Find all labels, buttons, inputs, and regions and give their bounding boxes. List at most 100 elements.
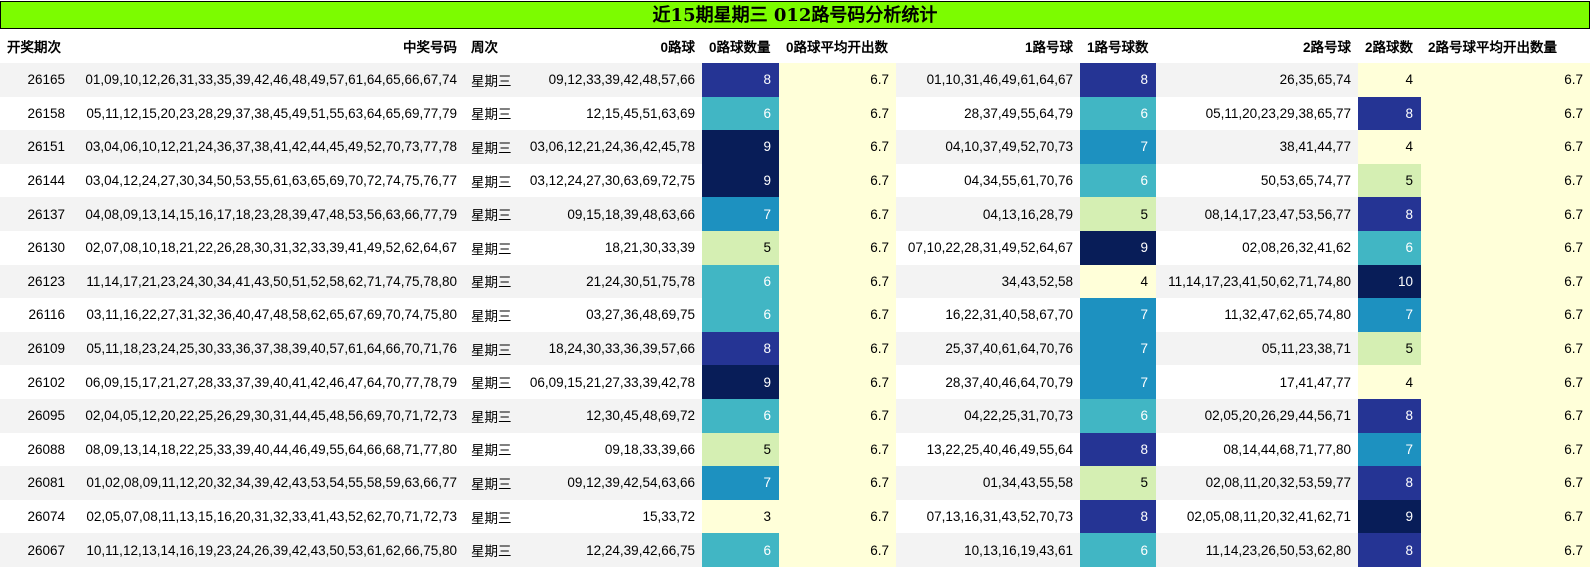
cell-route1-count: 5 [1080,466,1156,500]
cell-route2-balls: 05,11,20,23,29,38,65,77 [1156,96,1358,131]
table-row: 26123 11,14,17,21,23,24,30,34,41,43,50,51… [0,264,1590,299]
cell-route2-count: 8 [1358,398,1421,433]
table-row: 26095 02,04,05,12,20,22,25,26,29,30,31,44… [0,398,1590,433]
header-numbers: 中奖号码 [72,29,464,63]
cell-route2-balls: 11,14,23,26,50,53,62,80 [1156,533,1358,567]
cell-period: 26074 [0,499,72,534]
cell-route0-balls: 12,15,45,51,63,69 [521,96,702,131]
cell-route1-balls: 04,34,55,61,70,76 [896,163,1080,198]
cell-route0-count: 3 [702,499,779,534]
cell-route1-count: 7 [1080,365,1156,399]
cell-period: 26102 [0,365,72,399]
cell-route2-avg: 6.7 [1421,398,1590,433]
header-route2-avg: 2路号球平均开出数量 [1421,29,1590,63]
cell-period: 26151 [0,130,72,164]
cell-winning-numbers: 10,11,12,13,14,16,19,23,24,26,39,42,43,5… [72,533,464,567]
cell-route0-avg: 6.7 [779,298,896,332]
table-row: 26116 03,11,16,22,27,31,32,36,40,47,48,58… [0,298,1590,332]
cell-route0-avg: 6.7 [779,130,896,164]
cell-route2-count: 8 [1358,197,1421,231]
table-row: 26137 04,08,09,13,14,15,16,17,18,23,28,39… [0,197,1590,231]
cell-route2-avg: 6.7 [1421,63,1590,97]
cell-route2-count: 6 [1358,230,1421,265]
table-row: 26130 02,07,08,10,18,21,22,26,28,30,31,32… [0,230,1590,265]
cell-winning-numbers: 02,05,07,08,11,13,15,16,20,31,32,33,41,4… [72,499,464,534]
header-route1: 1路号球 [896,29,1080,63]
cell-weekday: 星期三 [464,298,521,332]
cell-route1-balls: 16,22,31,40,58,67,70 [896,298,1080,332]
cell-route0-avg: 6.7 [779,264,896,299]
cell-route2-count: 4 [1358,130,1421,164]
cell-route2-count: 9 [1358,499,1421,534]
cell-route2-balls: 08,14,17,23,47,53,56,77 [1156,197,1358,231]
cell-route0-count: 5 [702,432,779,467]
cell-route0-count: 6 [702,298,779,332]
cell-route1-balls: 01,10,31,46,49,61,64,67 [896,63,1080,97]
table-row: 26144 03,04,12,24,27,30,34,50,53,55,61,63… [0,163,1590,198]
cell-route0-avg: 6.7 [779,230,896,265]
cell-route0-avg: 6.7 [779,499,896,534]
cell-period: 26088 [0,432,72,467]
cell-route1-count: 8 [1080,499,1156,534]
cell-period: 26109 [0,331,72,366]
cell-route0-count: 6 [702,398,779,433]
cell-route2-balls: 38,41,44,77 [1156,130,1358,164]
cell-route2-balls: 26,35,65,74 [1156,63,1358,97]
cell-route1-balls: 07,13,16,31,43,52,70,73 [896,499,1080,534]
cell-route2-avg: 6.7 [1421,264,1590,299]
cell-route1-balls: 01,34,43,55,58 [896,466,1080,500]
cell-route1-balls: 10,13,16,19,43,61 [896,533,1080,567]
cell-route2-avg: 6.7 [1421,331,1590,366]
cell-route2-balls: 08,14,44,68,71,77,80 [1156,432,1358,467]
header-route2-count: 2路球数 [1358,29,1421,63]
cell-winning-numbers: 03,04,12,24,27,30,34,50,53,55,61,63,65,6… [72,163,464,198]
cell-weekday: 星期三 [464,197,521,231]
cell-weekday: 星期三 [464,163,521,198]
cell-route0-avg: 6.7 [779,365,896,399]
header-route1-count: 1路号球数 [1080,29,1156,63]
cell-route0-count: 9 [702,130,779,164]
table-row: 26158 05,11,12,15,20,23,28,29,37,38,45,49… [0,96,1590,131]
cell-route2-balls: 02,05,20,26,29,44,56,71 [1156,398,1358,433]
cell-route1-count: 6 [1080,533,1156,567]
cell-route1-balls: 28,37,40,46,64,70,79 [896,365,1080,399]
cell-route1-balls: 28,37,49,55,64,79 [896,96,1080,131]
cell-winning-numbers: 05,11,18,23,24,25,30,33,36,37,38,39,40,5… [72,331,464,366]
cell-route0-count: 9 [702,163,779,198]
cell-route2-avg: 6.7 [1421,432,1590,467]
header-route0-count: 0路球数量 [702,29,779,63]
cell-route1-count: 6 [1080,163,1156,198]
cell-route0-balls: 09,18,33,39,66 [521,432,702,467]
cell-route0-count: 9 [702,365,779,399]
cell-route0-count: 6 [702,533,779,567]
header-period: 开奖期次 [0,29,72,63]
cell-route0-balls: 21,24,30,51,75,78 [521,264,702,299]
cell-route2-count: 7 [1358,432,1421,467]
cell-route2-avg: 6.7 [1421,499,1590,534]
cell-route2-balls: 11,32,47,62,65,74,80 [1156,298,1358,332]
cell-route0-balls: 12,30,45,48,69,72 [521,398,702,433]
cell-winning-numbers: 02,04,05,12,20,22,25,26,29,30,31,44,45,4… [72,398,464,433]
cell-route0-avg: 6.7 [779,331,896,366]
table-row: 26074 02,05,07,08,11,13,15,16,20,31,32,33… [0,499,1590,534]
cell-route2-count: 10 [1358,264,1421,299]
cell-route0-avg: 6.7 [779,96,896,131]
cell-route0-avg: 6.7 [779,163,896,198]
cell-route1-count: 6 [1080,398,1156,433]
cell-route1-count: 5 [1080,197,1156,231]
cell-route2-count: 5 [1358,331,1421,366]
cell-route0-balls: 18,21,30,33,39 [521,230,702,265]
cell-weekday: 星期三 [464,331,521,366]
cell-weekday: 星期三 [464,398,521,433]
cell-route1-balls: 34,43,52,58 [896,264,1080,299]
cell-route2-count: 7 [1358,298,1421,332]
cell-weekday: 星期三 [464,230,521,265]
cell-period: 26137 [0,197,72,231]
cell-route0-balls: 03,27,36,48,69,75 [521,298,702,332]
cell-route2-avg: 6.7 [1421,163,1590,198]
cell-period: 26158 [0,96,72,131]
table-row: 26102 06,09,15,17,21,27,28,33,37,39,40,41… [0,365,1590,399]
cell-route0-count: 7 [702,197,779,231]
header-route0-avg: 0路球平均开出数 [779,29,896,63]
cell-route0-balls: 03,12,24,27,30,63,69,72,75 [521,163,702,198]
